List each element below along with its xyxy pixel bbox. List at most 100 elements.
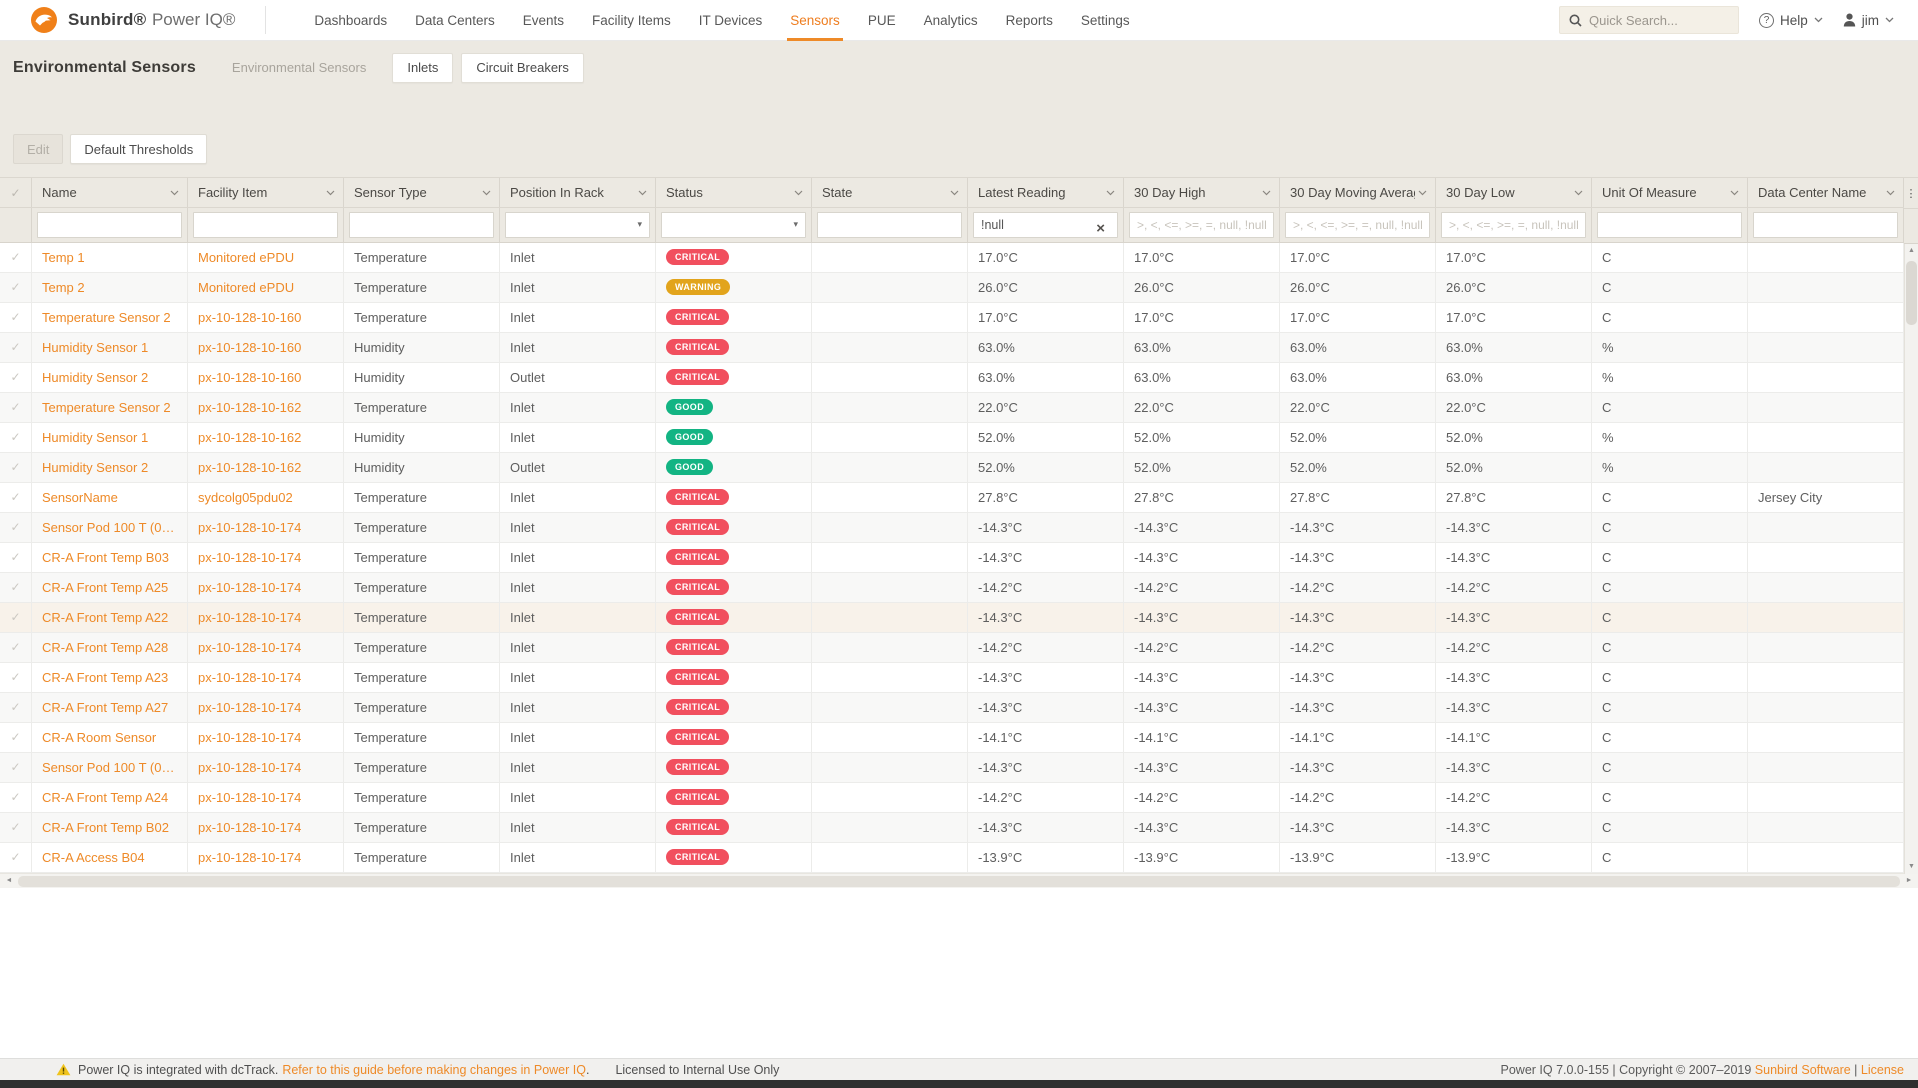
table-row[interactable]: ✓CR-A Front Temp A25px-10-128-10-174Temp… — [0, 573, 1904, 603]
nav-item-settings[interactable]: Settings — [1081, 0, 1130, 41]
tab-inlets[interactable]: Inlets — [392, 53, 453, 83]
help-menu[interactable]: ? Help — [1759, 13, 1823, 28]
chevron-down-icon[interactable] — [1886, 190, 1895, 196]
nav-item-it-devices[interactable]: IT Devices — [699, 0, 763, 41]
edit-button[interactable]: Edit — [13, 134, 63, 164]
horizontal-scroll-thumb[interactable] — [18, 876, 1900, 887]
row-check-icon[interactable]: ✓ — [0, 543, 32, 572]
row-check-icon[interactable]: ✓ — [0, 363, 32, 392]
row-check-icon[interactable]: ✓ — [0, 453, 32, 482]
row-check-icon[interactable]: ✓ — [0, 483, 32, 512]
chevron-down-icon[interactable] — [1574, 190, 1583, 196]
row-check-icon[interactable]: ✓ — [0, 333, 32, 362]
chevron-down-icon[interactable] — [1418, 190, 1427, 196]
table-row[interactable]: ✓Humidity Sensor 1px-10-128-10-160Humidi… — [0, 333, 1904, 363]
cell-name[interactable]: CR-A Front Temp A23 — [32, 663, 188, 692]
guide-link[interactable]: Refer to this guide before making change… — [282, 1063, 586, 1077]
scroll-right-icon[interactable]: ► — [1902, 874, 1916, 888]
filter-input-unit-of-measure[interactable] — [1597, 212, 1742, 238]
column-header-latest-reading[interactable]: Latest Reading — [968, 178, 1124, 207]
row-check-icon[interactable]: ✓ — [0, 633, 32, 662]
license-link[interactable]: License — [1861, 1063, 1904, 1077]
column-header-unit-of-measure[interactable]: Unit Of Measure — [1592, 178, 1748, 207]
filter-input-30-day-low[interactable] — [1441, 212, 1586, 238]
vertical-scrollbar[interactable]: ▲ ▼ — [1904, 244, 1918, 874]
filter-input-sensor-type[interactable] — [349, 212, 494, 238]
column-header-name[interactable]: Name — [32, 178, 188, 207]
filter-input-30-day-moving-average[interactable] — [1285, 212, 1430, 238]
cell-name[interactable]: Sensor Pod 100 T (00C0... — [32, 753, 188, 782]
cell-facility-item[interactable]: Monitored ePDU — [188, 273, 344, 302]
table-row[interactable]: ✓CR-A Front Temp A22px-10-128-10-174Temp… — [0, 603, 1904, 633]
table-row[interactable]: ✓CR-A Front Temp B03px-10-128-10-174Temp… — [0, 543, 1904, 573]
cell-name[interactable]: CR-A Front Temp A25 — [32, 573, 188, 602]
row-check-icon[interactable]: ✓ — [0, 573, 32, 602]
cell-facility-item[interactable]: px-10-128-10-162 — [188, 423, 344, 452]
nav-item-analytics[interactable]: Analytics — [924, 0, 978, 41]
cell-name[interactable]: Temp 1 — [32, 243, 188, 272]
row-check-icon[interactable]: ✓ — [0, 243, 32, 272]
cell-facility-item[interactable]: px-10-128-10-174 — [188, 843, 344, 872]
cell-facility-item[interactable]: px-10-128-10-174 — [188, 543, 344, 572]
column-options-icon[interactable]: ⋮ — [1904, 177, 1918, 209]
cell-facility-item[interactable]: Monitored ePDU — [188, 243, 344, 272]
column-header-30-day-high[interactable]: 30 Day High — [1124, 178, 1280, 207]
row-check-icon[interactable]: ✓ — [0, 783, 32, 812]
cell-name[interactable]: Humidity Sensor 1 — [32, 423, 188, 452]
tab-environmental-sensors[interactable]: Environmental Sensors — [218, 53, 380, 83]
cell-facility-item[interactable]: px-10-128-10-174 — [188, 783, 344, 812]
cell-facility-item[interactable]: px-10-128-10-160 — [188, 363, 344, 392]
row-check-icon[interactable]: ✓ — [0, 663, 32, 692]
cell-name[interactable]: CR-A Front Temp B02 — [32, 813, 188, 842]
row-check-icon[interactable]: ✓ — [0, 693, 32, 722]
chevron-down-icon[interactable] — [1730, 190, 1739, 196]
row-check-icon[interactable]: ✓ — [0, 723, 32, 752]
cell-facility-item[interactable]: px-10-128-10-162 — [188, 453, 344, 482]
app-logo[interactable]: Sunbird® Power IQ® — [0, 6, 235, 34]
cell-name[interactable]: Humidity Sensor 2 — [32, 453, 188, 482]
table-row[interactable]: ✓Humidity Sensor 2px-10-128-10-160Humidi… — [0, 363, 1904, 393]
tab-circuit-breakers[interactable]: Circuit Breakers — [461, 53, 583, 83]
cell-name[interactable]: SensorName — [32, 483, 188, 512]
cell-facility-item[interactable]: px-10-128-10-174 — [188, 573, 344, 602]
nav-item-pue[interactable]: PUE — [868, 0, 896, 41]
chevron-down-icon[interactable] — [170, 190, 179, 196]
nav-item-events[interactable]: Events — [523, 0, 564, 41]
table-row[interactable]: ✓CR-A Front Temp A23px-10-128-10-174Temp… — [0, 663, 1904, 693]
filter-input-name[interactable] — [37, 212, 182, 238]
table-row[interactable]: ✓Temp 2Monitored ePDUTemperatureInletWAR… — [0, 273, 1904, 303]
table-row[interactable]: ✓CR-A Front Temp A28px-10-128-10-174Temp… — [0, 633, 1904, 663]
nav-item-facility-items[interactable]: Facility Items — [592, 0, 671, 41]
filter-input-facility-item[interactable] — [193, 212, 338, 238]
clear-filter-icon[interactable]: × — [1096, 220, 1105, 238]
table-row[interactable]: ✓Temp 1Monitored ePDUTemperatureInletCRI… — [0, 243, 1904, 273]
filter-select-position-in-rack[interactable]: ▾ — [505, 212, 650, 238]
cell-facility-item[interactable]: sydcolg05pdu02 — [188, 483, 344, 512]
cell-name[interactable]: CR-A Front Temp A28 — [32, 633, 188, 662]
scroll-up-icon[interactable]: ▲ — [1905, 244, 1918, 258]
cell-name[interactable]: Sensor Pod 100 T (00C0... — [32, 513, 188, 542]
cell-name[interactable]: Humidity Sensor 1 — [32, 333, 188, 362]
cell-name[interactable]: CR-A Front Temp A24 — [32, 783, 188, 812]
table-row[interactable]: ✓Temperature Sensor 2px-10-128-10-160Tem… — [0, 303, 1904, 333]
nav-item-reports[interactable]: Reports — [1006, 0, 1053, 41]
chevron-down-icon[interactable] — [638, 190, 647, 196]
filter-input-state[interactable] — [817, 212, 962, 238]
cell-name[interactable]: Humidity Sensor 2 — [32, 363, 188, 392]
cell-name[interactable]: CR-A Front Temp A22 — [32, 603, 188, 632]
chevron-down-icon[interactable] — [950, 190, 959, 196]
chevron-down-icon[interactable] — [1262, 190, 1271, 196]
nav-item-dashboards[interactable]: Dashboards — [314, 0, 387, 41]
vertical-scroll-thumb[interactable] — [1906, 261, 1917, 325]
scroll-down-icon[interactable]: ▼ — [1905, 860, 1918, 874]
cell-facility-item[interactable]: px-10-128-10-174 — [188, 633, 344, 662]
vendor-link[interactable]: Sunbird Software — [1755, 1063, 1851, 1077]
chevron-down-icon[interactable] — [326, 190, 335, 196]
table-row[interactable]: ✓CR-A Front Temp A24px-10-128-10-174Temp… — [0, 783, 1904, 813]
row-check-icon[interactable]: ✓ — [0, 273, 32, 302]
default-thresholds-button[interactable]: Default Thresholds — [70, 134, 207, 164]
horizontal-scrollbar[interactable]: ◄ ► — [0, 873, 1918, 888]
filter-input-data-center-name[interactable] — [1753, 212, 1898, 238]
row-check-icon[interactable]: ✓ — [0, 513, 32, 542]
cell-facility-item[interactable]: px-10-128-10-174 — [188, 603, 344, 632]
